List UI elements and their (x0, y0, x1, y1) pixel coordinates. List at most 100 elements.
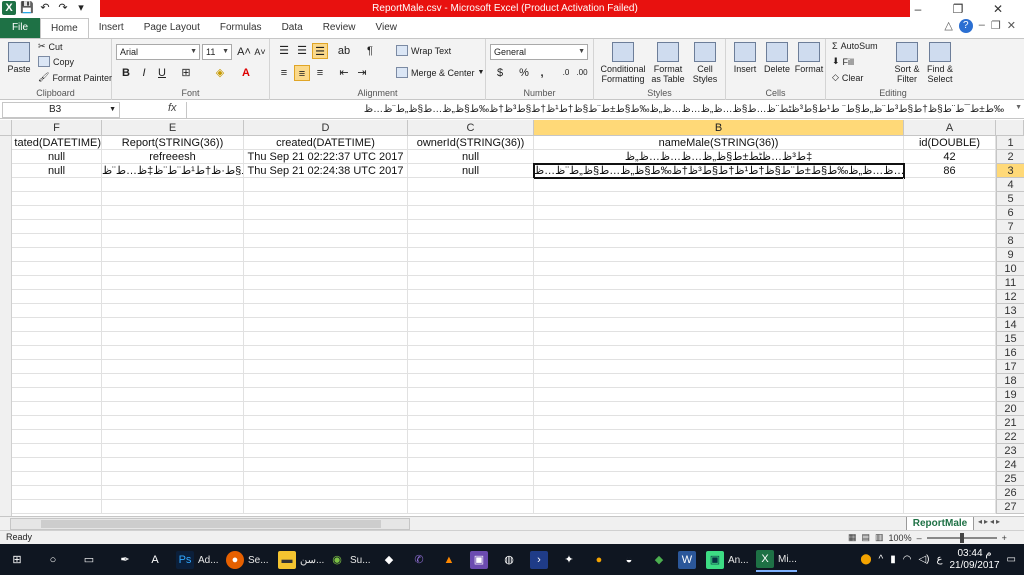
align-left-icon[interactable]: ≡ (276, 65, 292, 81)
normal-view-icon[interactable]: ▦ (848, 532, 857, 543)
column-header-d[interactable]: D (244, 120, 408, 136)
empty-cell[interactable] (12, 332, 102, 346)
taskbar-app-firefox[interactable]: ● Se... (226, 548, 269, 572)
empty-cell[interactable] (534, 472, 904, 486)
row-header[interactable]: 12 (996, 290, 1024, 304)
fill-button[interactable]: ⬇ Fill (832, 56, 854, 67)
empty-cell[interactable] (408, 220, 534, 234)
zoom-slider-thumb[interactable] (959, 532, 964, 543)
align-bottom-icon[interactable]: ☰ (312, 43, 328, 59)
empty-cell[interactable] (244, 444, 408, 458)
empty-cell[interactable] (244, 304, 408, 318)
font-color-icon[interactable]: A (238, 65, 254, 81)
align-center-icon[interactable]: ≡ (294, 65, 310, 81)
table-cell[interactable]: 86 (904, 164, 996, 178)
action-center-icon[interactable]: ▭ (1007, 554, 1016, 565)
select-all-corner[interactable] (0, 120, 12, 136)
scroll-thumb[interactable] (41, 520, 381, 528)
empty-cell[interactable] (12, 500, 102, 514)
empty-cell[interactable] (408, 402, 534, 416)
empty-cell[interactable] (12, 318, 102, 332)
empty-cell[interactable] (534, 486, 904, 500)
empty-cell[interactable] (408, 472, 534, 486)
zoom-slider[interactable] (926, 532, 997, 543)
borders-icon[interactable]: ⊞ (178, 65, 194, 81)
table-cell[interactable]: refreeesh (102, 150, 244, 164)
empty-cell[interactable] (244, 458, 408, 472)
row-header[interactable]: 5 (996, 192, 1024, 206)
empty-cell[interactable] (904, 290, 996, 304)
row-header[interactable]: 7 (996, 220, 1024, 234)
empty-cell[interactable] (408, 318, 534, 332)
empty-cell[interactable] (534, 444, 904, 458)
empty-cell[interactable] (904, 346, 996, 360)
empty-cell[interactable] (904, 402, 996, 416)
redo-icon[interactable]: ↷ (56, 1, 70, 15)
row-header[interactable]: 19 (996, 388, 1024, 402)
taskbar-app-android[interactable]: ◉ Su... (328, 548, 370, 572)
name-box[interactable]: B3 ▼ (2, 102, 120, 118)
row-header[interactable]: 17 (996, 360, 1024, 374)
empty-cell[interactable] (408, 346, 534, 360)
empty-cell[interactable] (102, 276, 244, 290)
zoom-out-icon[interactable]: – (917, 533, 922, 543)
tab-page-layout[interactable]: Page Layout (134, 18, 210, 38)
empty-cell[interactable] (102, 304, 244, 318)
row-header[interactable]: 18 (996, 374, 1024, 388)
taskbar-app-7[interactable]: ◆ (650, 548, 668, 572)
worksheet-grid[interactable]: F E D C B A tated(DATETIME) Report(STRIN… (0, 120, 1024, 516)
empty-cell[interactable] (904, 304, 996, 318)
row-header[interactable]: 22 (996, 430, 1024, 444)
row-header[interactable]: 4 (996, 178, 1024, 192)
search-button[interactable]: ○ (44, 548, 62, 572)
empty-cell[interactable] (12, 444, 102, 458)
format-button[interactable]: Format (794, 42, 824, 74)
empty-cell[interactable] (244, 500, 408, 514)
volume-icon[interactable]: ◁) (918, 554, 929, 565)
empty-cell[interactable] (904, 458, 996, 472)
formula-input[interactable]: ط±ط¯ط¨ط§ظ†ط§ط³ط¨ظ„ط§ط¨ ط¹ط§ط³ظٹط¨ظ…ط§ظ…ظ… (186, 102, 1008, 118)
font-size-select[interactable]: 11 ▼ (202, 44, 232, 60)
table-cell[interactable]: Thu Sep 21 02:22:37 UTC 2017 (244, 150, 408, 164)
empty-cell[interactable] (534, 374, 904, 388)
empty-cell[interactable] (408, 290, 534, 304)
header-cell-d[interactable]: created(DATETIME) (244, 136, 408, 150)
header-cell-c[interactable]: ownerId(STRING(36)) (408, 136, 534, 150)
empty-cell[interactable] (244, 276, 408, 290)
table-cell[interactable]: 42 (904, 150, 996, 164)
empty-cell[interactable] (244, 318, 408, 332)
empty-cell[interactable] (244, 486, 408, 500)
column-header-b[interactable]: B (534, 120, 904, 136)
tab-formulas[interactable]: Formulas (210, 18, 272, 38)
taskbar-app-excel[interactable]: X Mi... (756, 548, 797, 572)
row-header[interactable]: 26 (996, 486, 1024, 500)
orientation-icon[interactable]: ab (336, 43, 352, 59)
tab-insert[interactable]: Insert (89, 18, 134, 38)
empty-cell[interactable] (102, 486, 244, 500)
empty-cell[interactable] (244, 248, 408, 262)
shrink-font-button[interactable]: A˅ (252, 44, 268, 60)
empty-cell[interactable] (102, 444, 244, 458)
column-header-e[interactable]: E (102, 120, 244, 136)
table-cell[interactable]: null (12, 164, 102, 178)
empty-cell[interactable] (408, 304, 534, 318)
taskbar-app-3[interactable]: ◍ (500, 548, 518, 572)
empty-cell[interactable] (12, 206, 102, 220)
taskbar-app-photoshop[interactable]: Ps Ad... (176, 548, 219, 572)
taskbar-app-explorer[interactable]: ▬ سن... (278, 548, 324, 572)
tab-data[interactable]: Data (272, 18, 313, 38)
empty-cell[interactable] (408, 486, 534, 500)
empty-cell[interactable] (12, 472, 102, 486)
empty-cell[interactable] (408, 374, 534, 388)
empty-cell[interactable] (12, 178, 102, 192)
empty-cell[interactable] (12, 192, 102, 206)
row-header[interactable]: 11 (996, 276, 1024, 290)
header-cell-e[interactable]: Report(STRING(36)) (102, 136, 244, 150)
column-header-c[interactable]: C (408, 120, 534, 136)
empty-cell[interactable] (408, 388, 534, 402)
row-header[interactable]: 25 (996, 472, 1024, 486)
empty-cell[interactable] (102, 318, 244, 332)
start-button[interactable]: ⊞ (8, 548, 26, 572)
table-cell[interactable]: ط±ط¯ط¨ط§ظ†ط§ط³ط¨ظ„ط§ط¨ ط¹ط§ط³ظٹط¨ظ…ط§ظ…ظ… (534, 164, 904, 178)
empty-cell[interactable] (244, 388, 408, 402)
